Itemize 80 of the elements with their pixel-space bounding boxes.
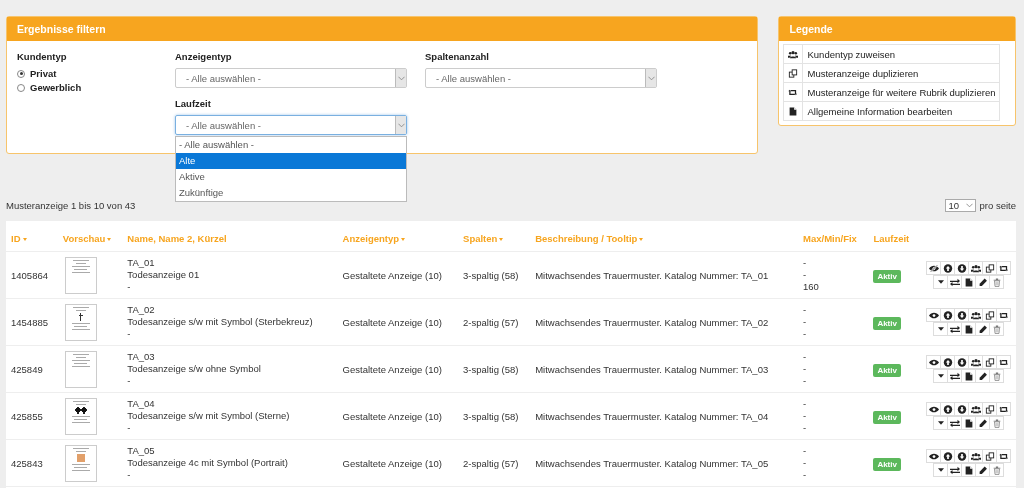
table-cell-text: Todesanzeige s/w mit Symbol (Sterne) [127, 410, 291, 422]
dropdown-option[interactable]: - Alle auswählen - [176, 137, 406, 153]
column-header: Max/Min/Fix [798, 221, 869, 252]
table-cell: 425855 [6, 392, 58, 440]
table-cell-text: - [803, 363, 808, 375]
table-cell: 3-spaltig (58) [458, 345, 531, 393]
table-cell: Mitwachsendes Trauermuster. Katalog Nummer: TA_04 [530, 392, 798, 440]
status-badge: Aktiv [873, 269, 901, 283]
table-cell: Gestaltete Anzeige (10) [337, 439, 459, 487]
result-count: Musteranzeige 1 bis 10 von 43 [6, 199, 136, 211]
table-cell-text: 160 [803, 281, 820, 293]
dropdown-option[interactable]: Alte [176, 153, 406, 169]
dropdown-option[interactable]: Aktive [176, 169, 406, 185]
page-size-select[interactable]: 10 [944, 198, 976, 212]
table-cell: 3-spaltig (58) [458, 251, 531, 299]
table-cell: Gestaltete Anzeige (10) [337, 298, 459, 346]
table-cell: Mitwachsendes Trauermuster. Katalog Nummer: TA_02 [530, 298, 798, 346]
table-cell-text: - [803, 469, 808, 481]
table-cell: Mitwachsendes Trauermuster. Katalog Nummer: TA_01 [530, 251, 798, 299]
table-cell: Mitwachsendes Trauermuster. Katalog Nummer: TA_03 [530, 345, 798, 393]
page-size-label: pro seite [979, 199, 1016, 211]
select-field[interactable]: - Alle auswählen - [175, 115, 407, 135]
table-cell: Gestaltete Anzeige (10) [337, 392, 459, 440]
dropdown-option[interactable]: Zukünftige [176, 185, 406, 201]
table-cell-text: - [803, 269, 808, 281]
select-field[interactable]: - Alle auswählen - [425, 68, 657, 88]
table-cell-text: - [803, 398, 808, 410]
table-cell-text: - [803, 351, 808, 363]
table-cell: 1454885 [6, 298, 58, 346]
panel-title: Ergebnisse filtern [7, 17, 758, 41]
legend-text: Kundentyp zuweisen [803, 44, 1000, 64]
status-badge: Aktiv [873, 316, 901, 330]
table-cell: Gestaltete Anzeige (10) [337, 345, 459, 393]
field-label: Anzeigentyp [175, 51, 233, 62]
table-cell-text: - [127, 422, 132, 434]
table-cell-text: - [127, 469, 132, 481]
column-header: Name, Name 2, Kürzel [122, 221, 338, 252]
table-cell: 425849 [6, 345, 58, 393]
table-cell-text: - [127, 328, 132, 340]
table-cell-text: - [803, 457, 808, 469]
table-cell-text: - [127, 375, 132, 387]
table-cell: Gestaltete Anzeige (10) [337, 251, 459, 299]
table-cell-text: Todesanzeige s/w mit Symbol (Sterbekreuz) [127, 316, 314, 328]
table-cell: 1405864 [6, 251, 58, 299]
table-cell-text: - [803, 445, 808, 457]
table-cell: 2-spaltig (57) [458, 439, 531, 487]
legend-text: Musteranzeige für weitere Rubrik duplizieren [803, 82, 1000, 102]
table-cell-text: Todesanzeige s/w ohne Symbol [127, 363, 262, 375]
table-cell-text: Todesanzeige 4c mit Symbol (Portrait) [127, 457, 289, 469]
table-cell-text: - [803, 257, 808, 269]
column-header: Laufzeit [868, 221, 919, 252]
table-cell-text: - [803, 316, 808, 328]
table-cell-text: - [803, 410, 808, 422]
table-cell: 425843 [6, 439, 58, 487]
status-badge: Aktiv [873, 410, 901, 424]
status-badge: Aktiv [873, 363, 901, 377]
field-label: Kundentyp [17, 51, 68, 62]
table-cell-text: - [803, 375, 808, 387]
table-cell-text: TA_03 [127, 351, 156, 363]
select-field[interactable]: - Alle auswählen - [175, 68, 407, 88]
table-cell: 2-spaltig (57) [458, 298, 531, 346]
table-cell-text: - [127, 281, 132, 293]
table-cell-text: - [803, 422, 808, 434]
table-cell-text: TA_01 [127, 257, 156, 269]
table-cell: Mitwachsendes Trauermuster. Katalog Nummer: TA_05 [530, 439, 798, 487]
status-badge: Aktiv [873, 457, 901, 471]
field-label: Spaltenanzahl [425, 51, 490, 62]
legend-text: Allgemeine Information bearbeiten [803, 101, 1000, 121]
radio-option[interactable]: Gewerblich [17, 82, 175, 93]
table-cell-text: - [803, 328, 808, 340]
table-cell-text: - [803, 304, 808, 316]
table-cell-text: TA_05 [127, 445, 156, 457]
table-cell: 3-spaltig (58) [458, 392, 531, 440]
panel-title: Legende [779, 17, 1015, 41]
field-label: Laufzeit [175, 98, 212, 109]
table-cell-text: Todesanzeige 01 [127, 269, 201, 281]
legend-text: Musteranzeige duplizieren [803, 63, 1000, 83]
radio-option[interactable]: Privat [17, 68, 175, 79]
table-cell-text: TA_02 [127, 304, 156, 316]
table-cell-text: TA_04 [127, 398, 156, 410]
